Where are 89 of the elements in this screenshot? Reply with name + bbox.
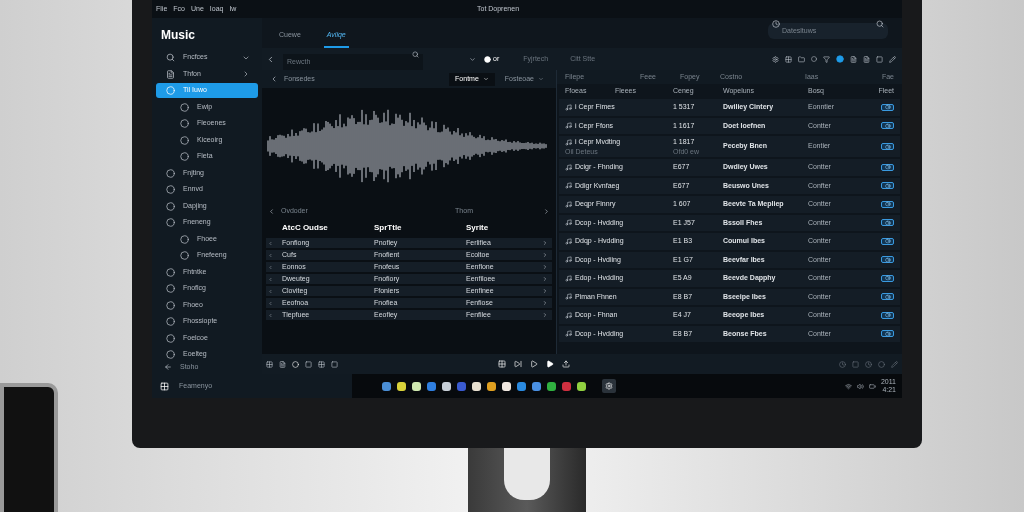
circle-icon [180, 251, 189, 260]
document-icon[interactable] [863, 55, 870, 63]
search-icon [876, 20, 884, 28]
circle-icon[interactable] [811, 56, 817, 62]
app-icon[interactable] [442, 381, 451, 391]
toggle-icon[interactable] [881, 163, 894, 171]
back-icon[interactable] [266, 54, 275, 64]
circle-icon [166, 267, 175, 277]
circle-icon [180, 119, 189, 128]
music-file-icon [565, 122, 572, 130]
column-header: AtcC Oudse [282, 222, 329, 234]
music-file-icon [565, 200, 572, 208]
music-file-icon [565, 311, 572, 319]
toggle-icon[interactable] [881, 143, 894, 150]
toggle-icon[interactable] [881, 293, 894, 301]
toggle-icon[interactable] [881, 122, 894, 130]
search-icon [412, 51, 419, 58]
toggle-icon[interactable] [881, 219, 894, 227]
music-file-icon [565, 237, 572, 245]
circle-icon [166, 185, 175, 194]
toggle-icon[interactable] [881, 274, 894, 282]
circle-icon [166, 300, 175, 310]
back-icon[interactable] [268, 207, 275, 215]
music-file-icon [565, 330, 572, 338]
grid-icon[interactable] [318, 360, 325, 368]
circle-icon [166, 333, 175, 343]
app-icon[interactable] [382, 381, 391, 391]
app-icon[interactable] [472, 381, 481, 391]
start-icon[interactable] [160, 381, 169, 391]
music-file-icon [565, 103, 572, 111]
circle-icon [166, 218, 175, 227]
toggle-icon[interactable] [881, 200, 894, 208]
circle-icon [180, 152, 189, 161]
back-icon[interactable] [270, 75, 278, 83]
app-icon[interactable] [397, 381, 406, 391]
app-title: Music [160, 27, 196, 44]
grid-icon[interactable] [266, 360, 273, 368]
chevron-icon[interactable] [543, 207, 550, 215]
pencil-icon[interactable] [891, 360, 898, 368]
music-file-icon [565, 256, 572, 264]
music-file-icon [565, 293, 572, 301]
app-icon[interactable] [412, 381, 421, 391]
circle-icon [166, 86, 175, 95]
app-icon[interactable] [547, 381, 556, 391]
document-icon[interactable] [279, 360, 286, 368]
battery-icon [868, 382, 876, 390]
circle-icon [180, 102, 189, 112]
search-icon [166, 53, 175, 62]
pencil-icon[interactable] [889, 55, 896, 63]
circle-icon [166, 317, 175, 326]
caret-icon [538, 76, 544, 82]
app-icon[interactable] [577, 381, 586, 391]
circle-icon [180, 234, 189, 244]
volume-icon [856, 382, 864, 390]
app-icon[interactable] [502, 381, 511, 391]
music-file-icon [565, 219, 572, 227]
toggle-icon[interactable] [881, 330, 894, 338]
toggle-icon[interactable] [881, 237, 894, 245]
dot-icon[interactable] [836, 55, 844, 63]
toggle-icon[interactable] [881, 256, 894, 264]
music-file-icon [565, 163, 572, 171]
grid-icon[interactable] [785, 55, 792, 63]
clock-icon [772, 20, 780, 28]
circle-icon [166, 201, 175, 211]
upload-icon[interactable] [562, 360, 570, 368]
app-icon[interactable] [602, 379, 616, 393]
toggle-icon[interactable] [881, 182, 894, 190]
app-icon[interactable] [532, 381, 541, 391]
toggle-icon[interactable] [881, 103, 894, 111]
circle-icon [166, 284, 175, 293]
circle-icon [166, 168, 175, 178]
column-header: SprTtle [374, 222, 403, 234]
caret-icon [469, 55, 476, 63]
folder-icon[interactable] [798, 55, 805, 63]
toggle-icon[interactable] [881, 311, 894, 319]
column-header: Syrite [466, 222, 490, 234]
music-file-icon [565, 274, 572, 282]
app-icon[interactable] [487, 381, 496, 391]
back-icon[interactable] [164, 363, 172, 372]
caret-icon [482, 76, 489, 82]
skip-icon[interactable] [514, 360, 522, 368]
chevron-icon [242, 70, 250, 78]
circle-icon [180, 135, 189, 145]
document-icon [166, 69, 175, 79]
document-icon[interactable] [850, 55, 857, 63]
music-file-icon [565, 182, 572, 190]
music-file-icon [565, 139, 572, 146]
circle-icon [166, 350, 175, 359]
wifi-icon [844, 382, 852, 390]
